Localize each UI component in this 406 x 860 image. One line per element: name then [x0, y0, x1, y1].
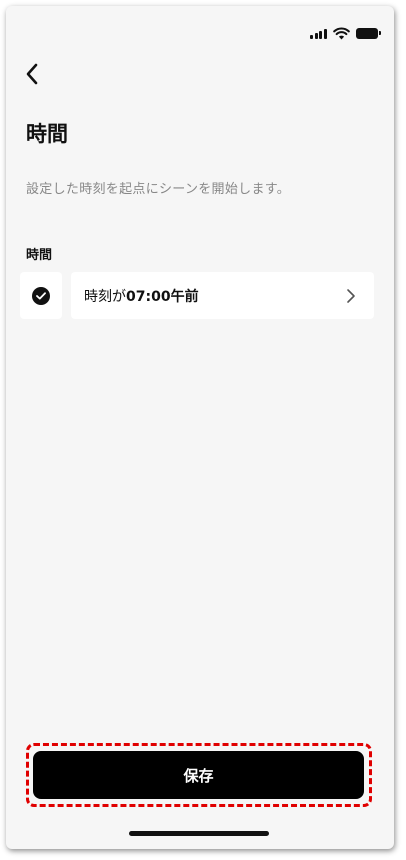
battery-icon: [356, 27, 381, 39]
status-bar: [310, 26, 381, 40]
save-button[interactable]: 保存: [33, 751, 364, 799]
time-condition-prefix: 時刻が: [84, 288, 126, 305]
time-condition-row[interactable]: 時刻が07:00午前: [71, 272, 374, 319]
time-condition-value: 07:00午前: [126, 288, 199, 305]
condition-checkbox[interactable]: [20, 272, 62, 319]
page-title: 時間: [26, 122, 68, 146]
page-description: 設定した時刻を起点にシーンを開始します。: [26, 182, 291, 197]
chevron-left-icon: [26, 63, 38, 85]
phone-screen: 時間 設定した時刻を起点にシーンを開始します。 時間 時刻が07:00午前 保存: [6, 6, 394, 849]
home-indicator: [129, 831, 269, 836]
back-button[interactable]: [18, 60, 46, 88]
wifi-icon: [333, 26, 350, 39]
chevron-right-icon: [347, 289, 355, 303]
section-label-time: 時間: [26, 248, 53, 263]
cellular-signal-icon: [310, 28, 328, 39]
time-condition-text: 時刻が07:00午前: [84, 286, 199, 306]
check-circle-icon: [32, 286, 50, 305]
